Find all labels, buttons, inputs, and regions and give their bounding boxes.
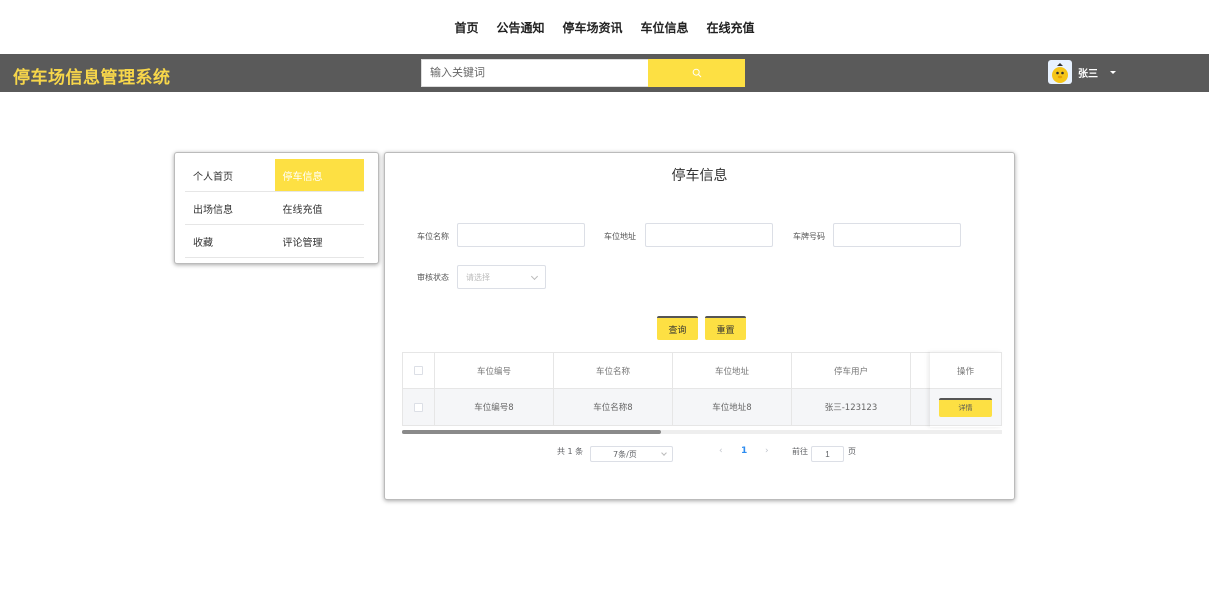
prev-page-icon[interactable]: ‹ bbox=[719, 446, 723, 456]
reset-button[interactable]: 重置 bbox=[705, 316, 746, 340]
chevron-down-icon bbox=[661, 450, 667, 456]
table-row[interactable]: 车位编号8 车位名称8 车位地址8 张三-123123 bbox=[402, 389, 1002, 426]
cell-slot-address: 车位地址8 bbox=[673, 389, 792, 426]
search-icon bbox=[692, 68, 701, 78]
page-suffix-label: 页 bbox=[848, 447, 856, 456]
top-nav: 首页 公告通知 停车场资讯 车位信息 在线充值 bbox=[0, 0, 1209, 54]
row-select-cell bbox=[402, 389, 435, 426]
menu-recharge[interactable]: 在线充值 bbox=[275, 192, 365, 224]
side-menu: 个人首页 停车信息 出场信息 在线充值 收藏 评论管理 bbox=[174, 152, 379, 264]
goto-page-input[interactable] bbox=[811, 446, 844, 462]
menu-favorites[interactable]: 收藏 bbox=[185, 225, 275, 257]
avatar bbox=[1048, 60, 1072, 84]
slot-name-input[interactable] bbox=[457, 223, 585, 247]
nav-slot-info[interactable]: 车位信息 bbox=[641, 19, 689, 36]
username: 张三 bbox=[1078, 68, 1098, 80]
header-slot-name: 车位名称 bbox=[554, 352, 673, 389]
slot-address-label: 车位地址 bbox=[604, 232, 636, 241]
menu-comments[interactable]: 评论管理 bbox=[275, 225, 365, 257]
cell-slot-name: 车位名称8 bbox=[554, 389, 673, 426]
audit-status-select[interactable]: 请选择 bbox=[457, 265, 546, 289]
header-select-cell bbox=[402, 352, 435, 389]
row-checkbox[interactable] bbox=[414, 402, 423, 412]
menu-parking-info[interactable]: 停车信息 bbox=[274, 159, 364, 191]
nav-parking-news[interactable]: 停车场资讯 bbox=[562, 19, 622, 36]
chevron-down-icon bbox=[530, 272, 539, 281]
page-size-select[interactable]: 7条/页 bbox=[590, 446, 673, 462]
header-slot-address: 车位地址 bbox=[673, 352, 792, 389]
table-horizontal-scrollbar[interactable] bbox=[402, 430, 1002, 434]
fixed-operation-column: 操作 详情 bbox=[930, 352, 1002, 427]
page-size-value: 7条/页 bbox=[613, 449, 637, 459]
nav-home[interactable]: 首页 bbox=[454, 19, 478, 36]
parking-table: 车位编号 车位名称 车位地址 停车用户 车位编号8 车位名称8 车位地址8 张三… bbox=[402, 352, 1002, 427]
next-page-icon[interactable]: › bbox=[765, 446, 769, 456]
menu-personal-home[interactable]: 个人首页 bbox=[185, 159, 275, 191]
scrollbar-thumb[interactable] bbox=[402, 430, 661, 434]
page-number-current[interactable]: 1 bbox=[741, 446, 747, 456]
detail-button[interactable]: 详情 bbox=[939, 397, 992, 417]
nav-recharge[interactable]: 在线充值 bbox=[707, 19, 755, 36]
cell-slot-number: 车位编号8 bbox=[435, 389, 554, 426]
nav-announcements[interactable]: 公告通知 bbox=[496, 19, 544, 36]
audit-status-label: 审核状态 bbox=[417, 273, 449, 282]
page-title: 停车信息 bbox=[671, 168, 728, 184]
select-all-checkbox[interactable] bbox=[414, 366, 423, 375]
search-input[interactable] bbox=[421, 59, 649, 87]
audit-status-placeholder: 请选择 bbox=[466, 272, 490, 282]
brand-title: 停车场信息管理系统 bbox=[13, 68, 171, 88]
header-slot-number: 车位编号 bbox=[435, 352, 554, 389]
table-header-row: 车位编号 车位名称 车位地址 停车用户 bbox=[402, 352, 1002, 389]
header-operation: 操作 bbox=[930, 352, 1002, 389]
slot-address-input[interactable] bbox=[645, 223, 773, 247]
plate-input[interactable] bbox=[833, 223, 961, 247]
cell-parking-user: 张三-123123 bbox=[792, 389, 911, 426]
goto-label: 前往 bbox=[792, 447, 808, 456]
menu-exit-info[interactable]: 出场信息 bbox=[185, 192, 275, 224]
chevron-down-icon bbox=[1110, 70, 1116, 74]
cell-operation: 详情 bbox=[930, 389, 1002, 426]
user-menu[interactable]: 张三 bbox=[1048, 58, 1116, 86]
plate-label: 车牌号码 bbox=[793, 232, 825, 241]
search-button[interactable] bbox=[648, 59, 745, 87]
main-panel: 停车信息 bbox=[384, 152, 1015, 500]
pagination-total: 共 1 条 bbox=[557, 447, 584, 456]
header-parking-user: 停车用户 bbox=[792, 352, 911, 389]
query-button[interactable]: 查询 bbox=[657, 316, 698, 340]
slot-name-label: 车位名称 bbox=[417, 232, 449, 241]
